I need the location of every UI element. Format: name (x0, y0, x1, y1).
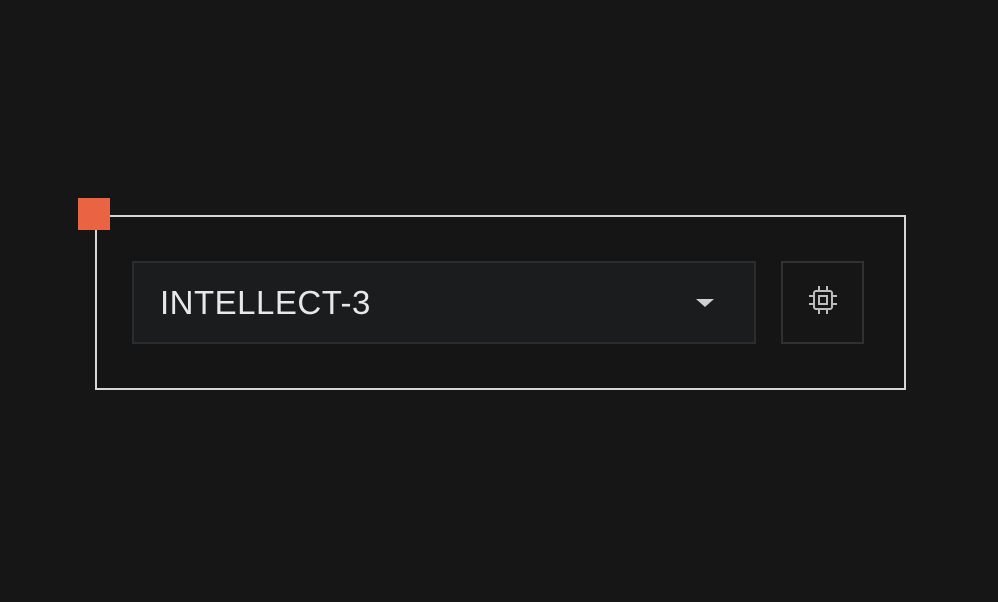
model-select-dropdown[interactable]: INTELLECT-3 (132, 261, 756, 344)
model-select-value: INTELLECT-3 (160, 283, 371, 321)
selection-corner-handle[interactable] (78, 198, 110, 230)
caret-down-icon (696, 298, 714, 307)
canvas: INTELLECT-3 (0, 0, 998, 602)
hardware-settings-button[interactable] (781, 261, 864, 344)
chip-icon (806, 283, 840, 322)
